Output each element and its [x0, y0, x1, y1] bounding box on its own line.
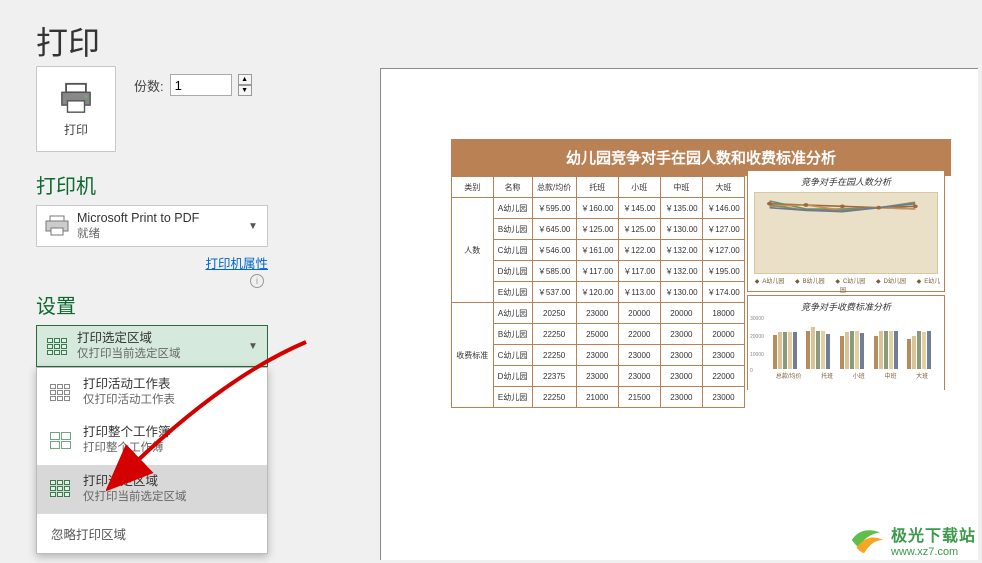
- menu-ignore-print-area[interactable]: 忽略打印区域: [37, 514, 267, 553]
- menu-workbook-sub: 打印整个工作簿: [83, 441, 261, 457]
- chart-line: 竞争对手在园人数分析 ◆A幼儿园 ◆B幼儿园 ◆C幼儿园 ◆D幼儿园 ◆E幼儿园: [747, 170, 945, 292]
- settings-section-title: 设置: [36, 290, 366, 319]
- table-row: B幼儿园2225025000220002300020000: [452, 324, 745, 345]
- range-selected-sub: 仅打印当前选定区域: [77, 347, 245, 363]
- menu-workbook[interactable]: 打印整个工作簿打印整个工作簿: [37, 416, 267, 464]
- print-preview: 幼儿园竞争对手在园人数和收费标准分析 类别名称总款/均价托班小班中班大班 人数A…: [380, 68, 978, 560]
- table-row: E幼儿园￥537.00￥120.00￥113.00￥130.00￥174.00: [452, 282, 745, 303]
- menu-selection-title: 打印选定区域: [83, 473, 261, 490]
- chart2-title: 竞争对手收费标准分析: [748, 296, 944, 317]
- chevron-down-icon: ▼: [245, 341, 261, 352]
- printer-properties-link[interactable]: 打印机属性: [205, 257, 268, 271]
- menu-active-sheet[interactable]: 打印活动工作表仅打印活动工作表: [37, 368, 267, 416]
- table-row: C幼儿园￥546.00￥161.00￥122.00￥132.00￥127.00: [452, 240, 745, 261]
- menu-active-sheet-sub: 仅打印活动工作表: [83, 393, 261, 409]
- page-title: 打印: [0, 0, 982, 76]
- table-row: D幼儿园2237523000230002300022000: [452, 366, 745, 387]
- copies-input[interactable]: [170, 74, 232, 96]
- print-range-dropdown[interactable]: 打印选定区域 仅打印当前选定区域 ▼: [36, 325, 268, 367]
- menu-active-sheet-title: 打印活动工作表: [83, 376, 261, 393]
- menu-selection[interactable]: 打印选定区域仅打印当前选定区域: [37, 465, 267, 513]
- watermark-title: 极光下载站: [891, 522, 976, 546]
- table-row: 人数A幼儿园￥595.00￥160.00￥145.00￥135.00￥146.0…: [452, 198, 745, 219]
- watermark: 极光下载站 www.xz7.com: [847, 521, 976, 559]
- table-header-row: 类别名称总款/均价托班小班中班大班: [452, 177, 745, 198]
- chart1-title: 竞争对手在园人数分析: [748, 171, 944, 192]
- table-row: B幼儿园￥645.00￥125.00￥125.00￥130.00￥127.00: [452, 219, 745, 240]
- table-row: D幼儿园￥585.00￥117.00￥117.00￥132.00￥195.00: [452, 261, 745, 282]
- printer-icon: [59, 81, 93, 115]
- range-selected-title: 打印选定区域: [77, 330, 245, 347]
- table-row: C幼儿园2225023000230002300023000: [452, 345, 745, 366]
- printer-device-icon: [43, 212, 71, 240]
- printer-status: 就绪: [77, 227, 245, 243]
- selection-icon: [43, 476, 77, 502]
- print-range-menu: 打印活动工作表仅打印活动工作表 打印整个工作簿打印整个工作簿 打印选定区域仅打印…: [36, 367, 268, 554]
- copies-spinner[interactable]: ▲▼: [238, 74, 252, 96]
- print-button-label: 打印: [64, 121, 88, 138]
- grid-selection-icon: [43, 332, 71, 360]
- printer-name: Microsoft Print to PDF: [77, 210, 245, 227]
- watermark-icon: [847, 521, 885, 559]
- workbook-icon: [43, 428, 77, 454]
- table-row: E幼儿园2225021000215002300023000: [452, 387, 745, 408]
- chart-bar: 竞争对手收费标准分析 3000020000100000 总款/均价托班小班中班大…: [747, 295, 945, 390]
- sheet-icon: [43, 379, 77, 405]
- printer-dropdown[interactable]: Microsoft Print to PDF 就绪 ▼: [36, 205, 268, 247]
- copies-label: 份数:: [134, 76, 164, 95]
- info-icon[interactable]: i: [250, 274, 264, 288]
- menu-workbook-title: 打印整个工作簿: [83, 424, 261, 441]
- print-button[interactable]: 打印: [36, 66, 116, 152]
- printer-section-title: 打印机: [36, 170, 366, 199]
- chart1-legend: ◆A幼儿园 ◆B幼儿园 ◆C幼儿园 ◆D幼儿园 ◆E幼儿园: [748, 274, 944, 294]
- menu-selection-sub: 仅打印当前选定区域: [83, 490, 261, 506]
- table-row: 收费标准A幼儿园2025023000200002000018000: [452, 303, 745, 324]
- chevron-down-icon: ▼: [245, 221, 261, 232]
- watermark-url: www.xz7.com: [891, 546, 976, 558]
- data-table: 类别名称总款/均价托班小班中班大班 人数A幼儿园￥595.00￥160.00￥1…: [451, 176, 745, 408]
